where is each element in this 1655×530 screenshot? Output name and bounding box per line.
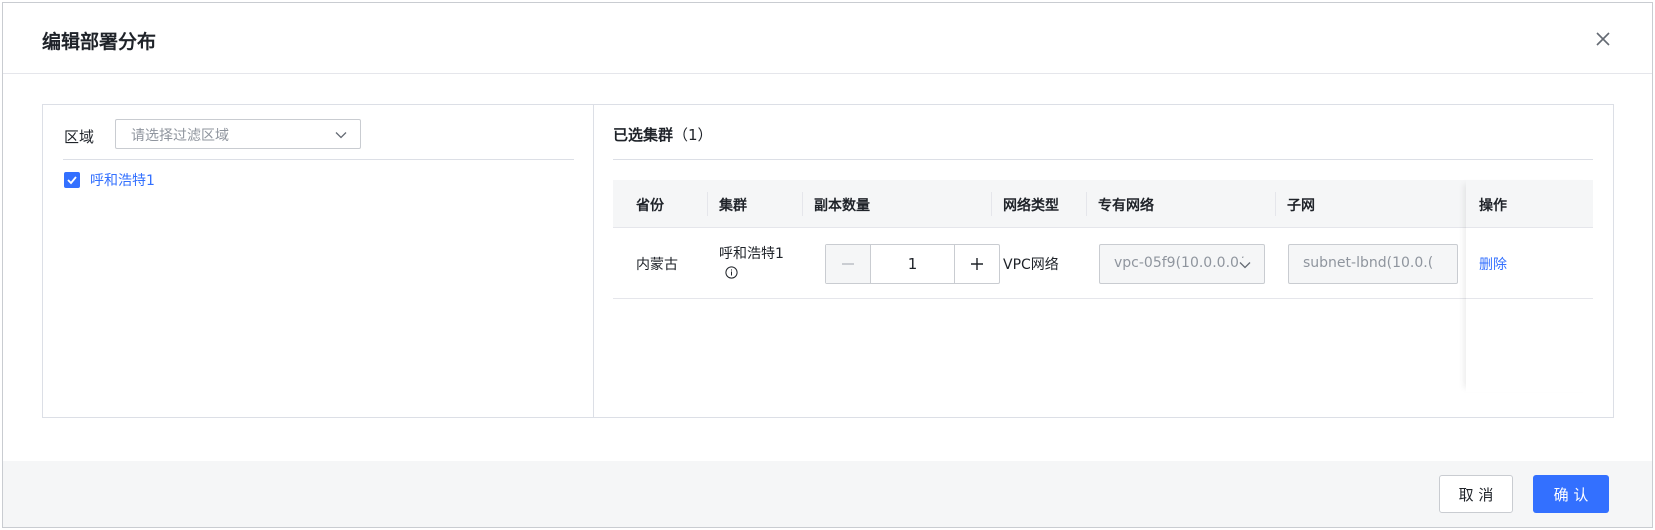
dialog-title: 编辑部署分布 [42,31,157,53]
column-header-replicas: 副本数量 [814,198,870,214]
actions-column: 操作 删除 [1466,180,1593,392]
column-header-actions: 操作 [1479,198,1507,214]
actions-cell: 删除 [1466,228,1593,299]
edit-deployment-dialog: 编辑部署分布 区域 请选择过滤区域 呼和浩特1 已选集群（1） 省份 集群 副本… [2,2,1653,528]
region-filter-placeholder: 请选择过滤区域 [131,128,229,144]
delete-link[interactable]: 删除 [1479,254,1507,274]
table-row: 内蒙古 呼和浩特1 1 VPC网络 vpc-05f9(10.0.0.0/ sub… [613,228,1593,299]
checkmark-icon [67,176,77,185]
actions-header: 操作 [1466,180,1593,228]
selected-clusters-count: （1） [673,126,713,144]
selected-clusters-label: 已选集群 [613,126,674,144]
region-option-hohhot1[interactable]: 呼和浩特1 [64,170,155,190]
selected-clusters-table: 省份 集群 副本数量 网络类型 专有网络 子网 内蒙古 呼和浩特1 1 VPC网… [613,180,1593,392]
column-header-vpc: 专有网络 [1098,198,1154,214]
chevron-down-icon [335,132,347,139]
cell-province: 内蒙古 [636,257,678,273]
decrement-button[interactable] [826,245,871,283]
selected-clusters-panel: 已选集群（1） 省份 集群 副本数量 网络类型 专有网络 子网 内蒙古 呼和浩特… [595,105,1613,417]
cell-cluster: 呼和浩特1 [719,246,784,262]
column-separator [991,192,992,216]
column-separator [802,192,803,216]
region-filter-panel: 区域 请选择过滤区域 呼和浩特1 [43,105,594,417]
cell-network-type: VPC网络 [1003,257,1059,273]
checkbox-checked[interactable] [64,172,80,188]
subnet-select-value: subnet-lbnd(10.0.( [1303,255,1434,271]
divider [613,159,1593,160]
chevron-down-icon [1238,258,1252,272]
dialog-footer: 取 消 确 认 [3,461,1652,527]
column-header-network-type: 网络类型 [1003,198,1059,214]
column-separator [707,192,708,216]
dialog-header: 编辑部署分布 [3,3,1652,74]
plus-icon [971,258,983,270]
column-separator [1275,192,1276,216]
column-separator [1086,192,1087,216]
replicas-stepper[interactable]: 1 [825,244,1000,284]
vpc-select[interactable]: vpc-05f9(10.0.0.0/ [1099,244,1265,284]
region-option-label: 呼和浩特1 [90,173,155,189]
replicas-value[interactable]: 1 [871,245,954,283]
selected-clusters-title: 已选集群（1） [613,124,713,145]
region-filter-select[interactable]: 请选择过滤区域 [115,119,361,149]
column-header-cluster: 集群 [719,198,747,214]
close-icon[interactable] [1593,29,1613,49]
minus-icon [842,263,854,265]
region-label: 区域 [64,128,95,146]
increment-button[interactable] [954,245,999,283]
info-icon[interactable] [725,266,738,279]
cancel-button[interactable]: 取 消 [1439,475,1513,513]
confirm-button[interactable]: 确 认 [1533,475,1609,513]
divider [63,159,574,160]
column-header-province: 省份 [636,198,664,214]
subnet-select[interactable]: subnet-lbnd(10.0.( [1288,244,1458,284]
vpc-select-value: vpc-05f9(10.0.0.0/ [1114,255,1244,271]
table-header: 省份 集群 副本数量 网络类型 专有网络 子网 [613,180,1593,228]
column-header-subnet: 子网 [1287,198,1315,214]
dialog-body: 区域 请选择过滤区域 呼和浩特1 已选集群（1） 省份 集群 副本数量 网络类型… [42,104,1614,418]
